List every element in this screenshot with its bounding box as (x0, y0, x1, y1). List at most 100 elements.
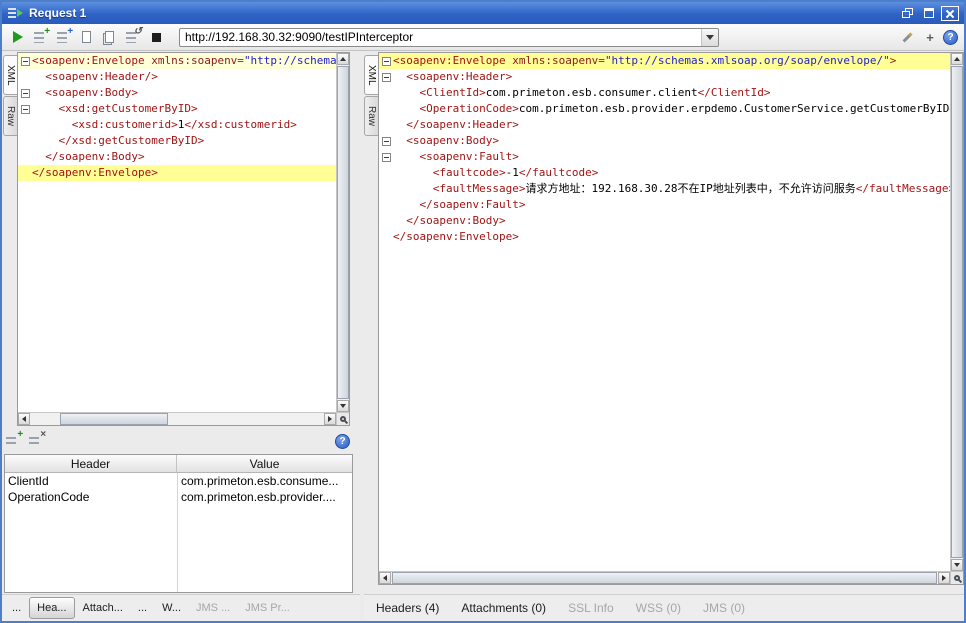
request-xml-area[interactable]: <soapenv:Envelope xmlns:soapenv="http://… (18, 53, 336, 412)
add-to-mockservice-button[interactable]: + (54, 27, 74, 47)
horizontal-scroll-thumb[interactable] (392, 572, 937, 584)
response-xml-area[interactable]: <soapenv:Envelope xmlns:soapenv="http://… (379, 53, 950, 571)
add-to-mockservice-icon: + (57, 31, 71, 44)
fold-collapse-icon[interactable] (382, 137, 391, 146)
header-name-cell: OperationCode (5, 489, 177, 505)
column-header-header: Header (5, 455, 177, 472)
x-icon: × (40, 429, 46, 440)
response-horizontal-scrollbar[interactable] (379, 571, 950, 584)
recreate-request-button[interactable]: ↺ (123, 27, 143, 47)
vertical-scroll-thumb[interactable] (337, 66, 349, 399)
maximize-window-button[interactable] (920, 6, 938, 21)
window-title: Request 1 (29, 6, 896, 20)
xml-line: <soapenv:Envelope xmlns:soapenv="http://… (18, 53, 336, 69)
fold-collapse-icon[interactable] (21, 89, 30, 98)
chevron-down-icon (706, 35, 714, 44)
scroll-left-button[interactable] (18, 413, 30, 425)
header-name-cell: ClientId (5, 473, 177, 489)
request-tab-hea[interactable]: Hea... (29, 597, 74, 619)
headers-table: Header Value ClientIdcom.primeton.esb.co… (4, 454, 353, 593)
request-tab-[interactable]: ... (131, 598, 154, 618)
header-row[interactable]: ClientIdcom.primeton.esb.consume... (5, 473, 352, 489)
fold-gutter (18, 69, 32, 85)
arrow-down-icon (340, 404, 346, 411)
submit-request-button[interactable] (8, 27, 28, 47)
headers-toolbar: + × ? (6, 431, 350, 451)
request-toolbar: + + ↺ http://192.168.30.32:9090/testIPIn… (2, 24, 964, 51)
request-bottom-tabbar: ...Hea...Attach......W...JMS ...JMS Pr..… (2, 594, 360, 621)
fold-gutter (18, 149, 32, 165)
fold-collapse-icon[interactable] (382, 73, 391, 82)
response-zoom-button[interactable] (950, 571, 963, 584)
xml-line: <xsd:customerid>1</xsd:customerid> (18, 117, 336, 133)
xml-line: </soapenv:Envelope> (18, 165, 336, 181)
request-tab-w[interactable]: W... (155, 598, 188, 618)
delete-header-button[interactable]: × (29, 434, 44, 448)
add-endpoint-button[interactable]: + (920, 27, 940, 47)
cancel-request-button[interactable] (146, 27, 166, 47)
request-horizontal-scrollbar[interactable] (18, 412, 336, 425)
add-to-testcase-button[interactable]: + (31, 27, 51, 47)
horizontal-scroll-thumb[interactable] (60, 413, 168, 425)
header-value-cell: com.primeton.esb.consume... (177, 473, 352, 489)
fold-collapse-icon[interactable] (382, 57, 391, 66)
request-tab-[interactable]: ... (5, 598, 28, 618)
fold-collapse-icon[interactable] (21, 57, 30, 66)
response-vertical-scrollbar[interactable] (950, 53, 963, 571)
fold-collapse-icon[interactable] (382, 153, 391, 162)
fold-gutter (18, 85, 32, 101)
toolbar-help-button[interactable]: ? (943, 30, 958, 45)
pencil-icon (902, 32, 912, 42)
response-tab-attachments-0[interactable]: Attachments (0) (452, 597, 555, 619)
fold-collapse-icon[interactable] (21, 105, 30, 114)
request-vertical-scrollbar[interactable] (336, 53, 349, 412)
scroll-down-button[interactable] (337, 400, 349, 412)
magnifier-icon (340, 416, 346, 422)
fold-gutter (379, 149, 393, 165)
editor-tab-raw[interactable]: Raw (364, 96, 378, 136)
fold-gutter (18, 133, 32, 149)
endpoint-combobox[interactable]: http://192.168.30.32:9090/testIPIntercep… (179, 28, 719, 47)
scroll-right-button[interactable] (324, 413, 336, 425)
arrow-right-icon (942, 575, 949, 581)
arrow-up-icon (340, 54, 346, 61)
xml-line: </soapenv:Body> (379, 213, 950, 229)
clone-request-button[interactable] (100, 27, 120, 47)
header-value-cell: com.primeton.esb.provider.... (177, 489, 352, 505)
xml-line: </soapenv:Fault> (379, 197, 950, 213)
headers-help-button[interactable]: ? (335, 434, 350, 449)
endpoint-dropdown-button[interactable] (701, 29, 718, 46)
vertical-scroll-thumb[interactable] (951, 66, 963, 558)
header-row[interactable]: OperationCodecom.primeton.esb.provider..… (5, 489, 352, 505)
scroll-up-button[interactable] (337, 53, 349, 65)
xml-line: </xsd:getCustomerByID> (18, 133, 336, 149)
scroll-up-button[interactable] (951, 53, 963, 65)
editor-tab-raw[interactable]: Raw (3, 96, 17, 136)
add-header-button[interactable]: + (6, 434, 21, 448)
editor-tab-xml[interactable]: XML (364, 55, 378, 95)
edit-endpoint-button[interactable] (897, 27, 917, 47)
create-empty-request-button[interactable] (77, 27, 97, 47)
scroll-down-button[interactable] (951, 559, 963, 571)
add-to-testcase-icon: + (34, 31, 48, 44)
editor-tab-xml[interactable]: XML (3, 55, 17, 95)
arrow-up-icon (954, 54, 960, 61)
scroll-left-button[interactable] (379, 572, 391, 584)
scroll-right-button[interactable] (938, 572, 950, 584)
fold-gutter (379, 181, 393, 197)
play-icon (13, 31, 23, 43)
response-tab-headers-4[interactable]: Headers (4) (367, 597, 448, 619)
headers-table-head: Header Value (5, 455, 352, 473)
xml-line: <faultMessage>请求方地址：192.168.30.28不在IP地址列… (379, 181, 950, 197)
xml-line: <faultcode>-1</faultcode> (379, 165, 950, 181)
request-tab-jms: JMS ... (189, 598, 237, 618)
close-window-button[interactable] (941, 6, 959, 21)
request-tab-attach[interactable]: Attach... (76, 598, 130, 618)
request-view-tabs: XMLRaw (3, 55, 17, 136)
arrow-down-icon (954, 563, 960, 570)
xml-line: <soapenv:Body> (18, 85, 336, 101)
request-zoom-button[interactable] (336, 412, 349, 425)
restore-window-button[interactable] (899, 6, 917, 21)
xml-line: <soapenv:Header/> (18, 69, 336, 85)
fold-gutter (18, 101, 32, 117)
